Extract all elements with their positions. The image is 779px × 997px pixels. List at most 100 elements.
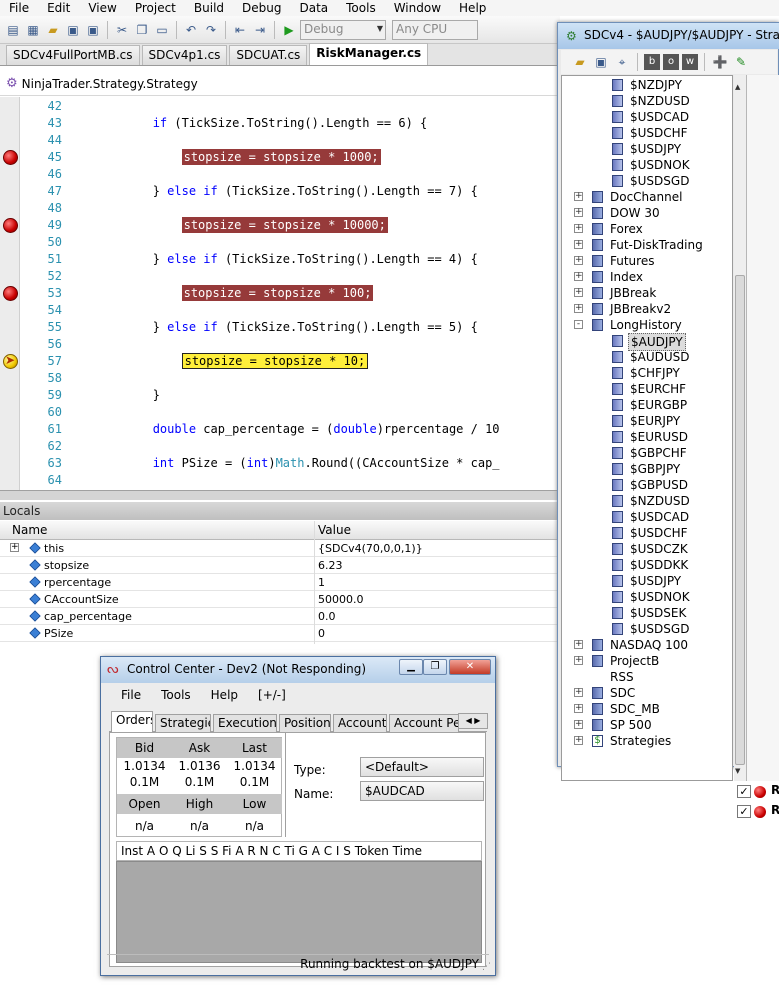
tree-instrument[interactable]: $EURGBP [562, 397, 732, 413]
save-icon[interactable]: ▣ [64, 21, 82, 39]
tree-instrument[interactable]: $GBPCHF [562, 445, 732, 461]
menu-file[interactable]: File [0, 1, 38, 15]
tree-instrument[interactable]: $NZDUSD [562, 93, 732, 109]
tree-instrument[interactable]: $NZDUSD [562, 493, 732, 509]
open-folder-icon[interactable]: ▰ [571, 53, 589, 71]
tree-expander-icon[interactable]: + [574, 720, 583, 729]
cut-icon[interactable]: ✂ [113, 21, 131, 39]
tree-folder[interactable]: + Forex [562, 221, 732, 237]
tree-folder[interactable]: + JBBreakv2 [562, 301, 732, 317]
tree-expander-icon[interactable]: + [574, 304, 583, 313]
locals-row[interactable]: cap_percentage 0.0 [0, 608, 560, 625]
cc-menu-item[interactable]: Tools [149, 685, 199, 707]
menu-help[interactable]: Help [450, 1, 495, 15]
tree-instrument[interactable]: $AUDUSD [562, 349, 732, 365]
locals-row[interactable]: stopsize 6.23 [0, 557, 560, 574]
breakpoint-icon[interactable] [3, 218, 18, 233]
menu-edit[interactable]: Edit [38, 1, 79, 15]
redo-icon[interactable]: ↷ [202, 21, 220, 39]
menu-debug[interactable]: Debug [233, 1, 290, 15]
tree-expander-icon[interactable]: + [574, 688, 583, 697]
scroll-down-icon[interactable]: ▼ [735, 767, 745, 775]
tree-instrument[interactable]: $USDCHF [562, 125, 732, 141]
menu-data[interactable]: Data [290, 1, 337, 15]
breakpoint-icon[interactable] [3, 150, 18, 165]
code-editor[interactable]: if (TickSize.ToString().Length == 6) { s… [66, 97, 560, 490]
menu-window[interactable]: Window [385, 1, 450, 15]
o-button[interactable]: o [663, 54, 679, 70]
tree-instrument[interactable]: $USDSGD [562, 621, 732, 637]
code-line[interactable]: stopsize = stopsize * 1000; [66, 149, 381, 166]
tab-executions[interactable]: Executions [213, 714, 277, 732]
cc-menu-item[interactable]: Help [199, 685, 246, 707]
locals-row[interactable]: + this {SDCv4(70,0,0,1)} [0, 540, 560, 557]
orders-grid[interactable] [116, 861, 482, 963]
tree-instrument[interactable]: $USDSEK [562, 605, 732, 621]
copy-icon[interactable]: ❐ [133, 21, 151, 39]
breadcrumb[interactable]: ⚙ NinjaTrader.Strategy.Strategy [0, 72, 560, 96]
tree-instrument[interactable]: $EURCHF [562, 381, 732, 397]
add-item-icon[interactable]: ▦ [24, 21, 42, 39]
locals-row[interactable]: PSize 0 [0, 625, 560, 642]
current-line-arrow-icon[interactable] [3, 353, 18, 369]
b-button[interactable]: b [644, 54, 660, 70]
tree-folder[interactable]: + Futures [562, 253, 732, 269]
instrument-tree[interactable]: $NZDJPY $NZDUSD $USDCAD $USDCHF $USDJPY $USDN… [561, 75, 733, 781]
breakpoint-gutter[interactable] [0, 97, 20, 490]
add-icon[interactable]: ➕ [711, 53, 729, 71]
tree-folder[interactable]: + JBBreak [562, 285, 732, 301]
tree-instrument[interactable]: $EURUSD [562, 429, 732, 445]
code-line[interactable]: if (TickSize.ToString().Length == 6) { [66, 115, 428, 132]
edit-icon[interactable]: ✎ [732, 53, 750, 71]
tree-expander-icon[interactable]: + [574, 736, 583, 745]
tree-folder[interactable]: RSS [562, 669, 732, 685]
code-line[interactable]: } [66, 387, 160, 404]
type-select[interactable]: <Default> [360, 757, 484, 777]
tree-instrument[interactable]: $NZDJPY [562, 77, 732, 93]
tree-expander-icon[interactable]: - [574, 320, 583, 329]
tab-positions[interactable]: Positions [279, 714, 331, 732]
resize-grip-icon[interactable]: ⋰ [482, 962, 491, 972]
code-line[interactable]: stopsize = stopsize * 100; [66, 285, 374, 302]
tree-instrument[interactable]: $USDJPY [562, 573, 732, 589]
tree-instrument[interactable]: $CHFJPY [562, 365, 732, 381]
tree-instrument[interactable]: $USDNOK [562, 157, 732, 173]
tree-instrument[interactable]: $GBPJPY [562, 461, 732, 477]
tree-instrument[interactable]: $USDCAD [562, 509, 732, 525]
tab-orders[interactable]: Orders [111, 711, 153, 732]
tree-folder[interactable]: + NASDAQ 100 [562, 637, 732, 653]
tree-expander-icon[interactable]: + [574, 240, 583, 249]
tree-folder[interactable]: + DOW 30 [562, 205, 732, 221]
name-select[interactable]: $AUDCAD [360, 781, 484, 801]
tree-folder[interactable]: + SDC_MB [562, 701, 732, 717]
code-line[interactable]: stopsize = stopsize * 10000; [66, 217, 388, 234]
tab-account-per[interactable]: Account Per [389, 714, 459, 732]
menu-tools[interactable]: Tools [337, 1, 385, 15]
tree-expander-icon[interactable]: + [574, 192, 583, 201]
tree-instrument[interactable]: $GBPUSD [562, 477, 732, 493]
code-line[interactable]: } else if (TickSize.ToString().Length ==… [66, 251, 478, 268]
paste-icon[interactable]: ▭ [153, 21, 171, 39]
tree-instrument[interactable]: $USDCHF [562, 525, 732, 541]
cc-menu-item[interactable]: File [109, 685, 149, 707]
menu-build[interactable]: Build [185, 1, 233, 15]
config-combo[interactable]: Debug ▼ [300, 19, 386, 40]
cc-menu-item[interactable]: [+/-] [246, 685, 294, 707]
code-line[interactable]: stopsize = stopsize * 10; [66, 353, 369, 370]
minimize-button[interactable]: ▁ [399, 659, 423, 675]
value-column-header[interactable]: Value [318, 523, 351, 537]
tree-folder[interactable]: + Index [562, 269, 732, 285]
tree-instrument[interactable]: $USDDKK [562, 557, 732, 573]
breakpoint-icon[interactable] [3, 286, 18, 301]
tree-expander-icon[interactable]: + [574, 208, 583, 217]
orders-grid-header[interactable]: Inst A O Q Li S S Fi A R N C Ti G A C I … [116, 841, 482, 861]
menu-project[interactable]: Project [126, 1, 185, 15]
tab-riskmanager-cs[interactable]: RiskManager.cs [309, 43, 429, 65]
tree-expander-icon[interactable]: + [574, 272, 583, 281]
tree-folder[interactable]: + Fut-DiskTrading [562, 237, 732, 253]
tree-expander-icon[interactable]: + [574, 656, 583, 665]
tree-folder[interactable]: + $ Strategies [562, 733, 732, 749]
tree-instrument[interactable]: $USDJPY [562, 141, 732, 157]
maximize-button[interactable]: ❐ [423, 659, 447, 675]
tab-strategies[interactable]: Strategies [155, 714, 211, 732]
